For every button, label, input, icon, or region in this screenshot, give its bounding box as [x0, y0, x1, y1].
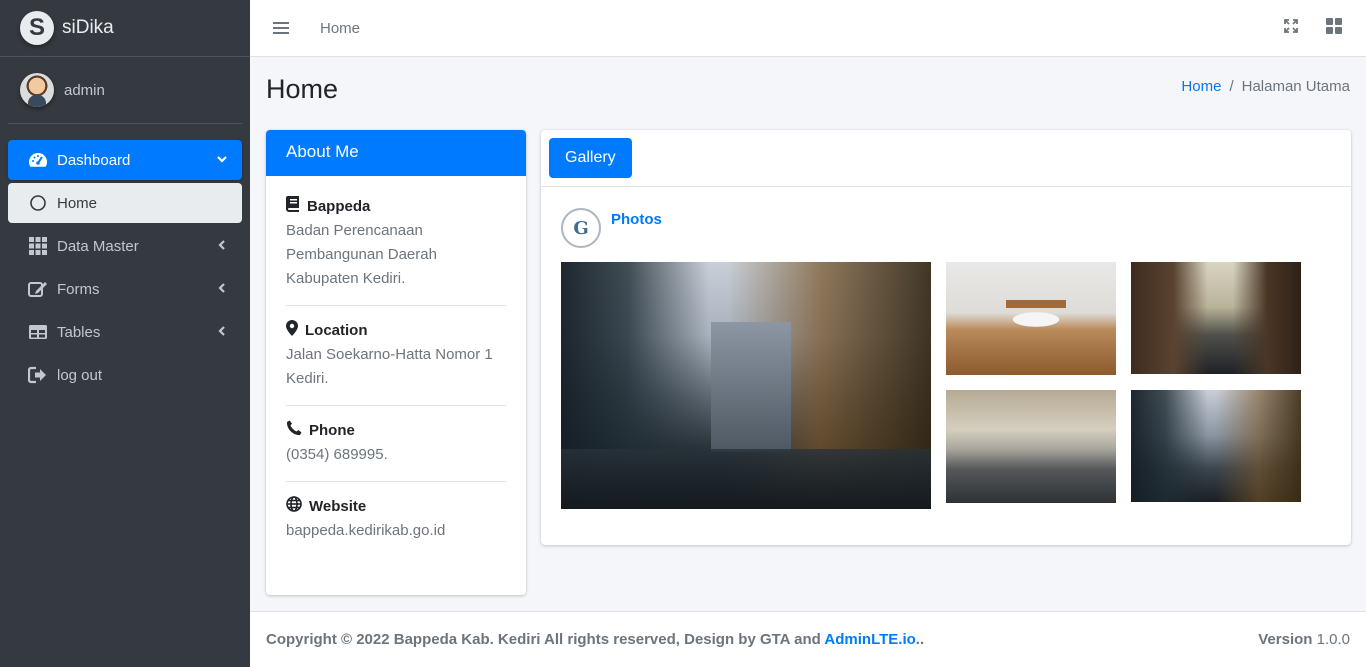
- book-icon: [286, 196, 300, 216]
- photo-main-street[interactable]: [561, 262, 931, 509]
- info-title-location: Location: [305, 321, 368, 339]
- sign-out-icon: [28, 365, 48, 385]
- table-icon: [28, 322, 48, 342]
- sidebar-item-data-master[interactable]: Data Master: [8, 226, 242, 266]
- info-text-location: Jalan Soekarno-Hatta Nomor 1 Kediri.: [286, 346, 493, 387]
- breadcrumb-home-link[interactable]: Home: [1181, 78, 1221, 95]
- user-name[interactable]: admin: [64, 82, 105, 99]
- info-title-bappeda: Bappeda: [307, 197, 371, 215]
- info-title-website: Website: [309, 497, 367, 515]
- sidebar-nav: Dashboard Home Data Master Forms Tables …: [0, 124, 250, 395]
- sidebar-item-forms[interactable]: Forms: [8, 269, 242, 309]
- photo-canal[interactable]: [1131, 262, 1301, 374]
- chevron-left-icon: [216, 281, 228, 298]
- gallery-card: Gallery G Photos: [541, 130, 1351, 545]
- grid-icon: [28, 236, 48, 256]
- sidebar-item-dashboard[interactable]: Dashboard: [8, 140, 242, 180]
- menu-toggle-icon[interactable]: [273, 20, 289, 36]
- version-label: Version: [1258, 631, 1313, 648]
- top-navbar: Home: [250, 0, 1366, 57]
- sidebar-item-home[interactable]: Home: [8, 183, 242, 223]
- tachometer-icon: [28, 150, 48, 170]
- brand-link[interactable]: S siDika: [0, 0, 250, 57]
- sidebar-item-label: Forms: [57, 280, 100, 298]
- sidebar-item-tables[interactable]: Tables: [8, 312, 242, 352]
- photo-street-small[interactable]: [1131, 390, 1301, 502]
- adminlte-link[interactable]: AdminLTE.io: [824, 631, 915, 648]
- post-user-block: G Photos: [561, 208, 662, 248]
- top-home-link[interactable]: Home: [320, 20, 360, 37]
- breadcrumb-current: Halaman Utama: [1241, 78, 1350, 95]
- sidebar-item-label: Data Master: [57, 237, 139, 255]
- brand-name: siDika: [62, 17, 114, 38]
- page-title: Home: [266, 74, 339, 104]
- info-title-phone: Phone: [309, 421, 355, 439]
- version-value: 1.0.0: [1316, 631, 1350, 648]
- about-me-card: About Me Bappeda Badan Perencanaan Pemba…: [266, 130, 526, 595]
- globe-icon: [286, 496, 302, 516]
- footer: Copyright © 2022 Bappeda Kab. Kediri All…: [250, 611, 1366, 667]
- about-me-header: About Me: [266, 130, 526, 176]
- gallery-tab[interactable]: Gallery: [549, 138, 632, 178]
- breadcrumb-separator: /: [1229, 78, 1234, 95]
- gallery-avatar: G: [561, 208, 601, 248]
- edit-icon: [28, 279, 48, 299]
- sidebar-item-label: Dashboard: [57, 151, 131, 169]
- phone-icon: [286, 420, 302, 440]
- fullscreen-icon[interactable]: [1284, 18, 1298, 38]
- sidebar-item-label: Tables: [57, 323, 101, 341]
- sidebar-item-label: log out: [57, 366, 103, 384]
- chevron-down-icon: [216, 152, 228, 169]
- brand-logo: S: [20, 11, 54, 45]
- photos-link[interactable]: Photos: [611, 211, 662, 228]
- map-marker-icon: [286, 320, 298, 340]
- user-panel: admin: [8, 57, 242, 124]
- footer-trailing: ..: [915, 631, 925, 648]
- control-sidebar-icon[interactable]: [1326, 17, 1342, 39]
- info-block-location: Location Jalan Soekarno-Hatta Nomor 1 Ke…: [286, 320, 506, 406]
- circle-icon: [28, 193, 48, 213]
- sidebar-item-logout[interactable]: log out: [8, 355, 242, 395]
- chevron-left-icon: [216, 324, 228, 341]
- photo-city-skyline[interactable]: [946, 390, 1116, 503]
- user-avatar: [20, 73, 54, 107]
- info-block-website: Website bappeda.kedirikab.go.id: [286, 496, 506, 557]
- sidebar-item-label: Home: [57, 194, 98, 212]
- info-block-bappeda: Bappeda Badan Perencanaan Pembangunan Da…: [286, 196, 506, 306]
- footer-copyright-text: Copyright © 2022 Bappeda Kab. Kediri All…: [266, 631, 825, 648]
- photo-dining-room[interactable]: [946, 262, 1116, 375]
- info-block-phone: Phone (0354) 689995.: [286, 420, 506, 482]
- info-text-phone: (0354) 689995.: [286, 446, 388, 463]
- info-text-website: bappeda.kedirikab.go.id: [286, 522, 446, 539]
- info-text-bappeda: Badan Perencanaan Pembangunan Daerah Kab…: [286, 222, 437, 287]
- sidebar: S siDika admin Dashboard Home Data Maste: [0, 0, 250, 667]
- footer-version: Version 1.0.0: [1258, 631, 1350, 648]
- footer-copyright: Copyright © 2022 Bappeda Kab. Kediri All…: [266, 631, 924, 648]
- breadcrumb: Home / Halaman Utama: [1181, 78, 1350, 95]
- chevron-left-icon: [216, 238, 228, 255]
